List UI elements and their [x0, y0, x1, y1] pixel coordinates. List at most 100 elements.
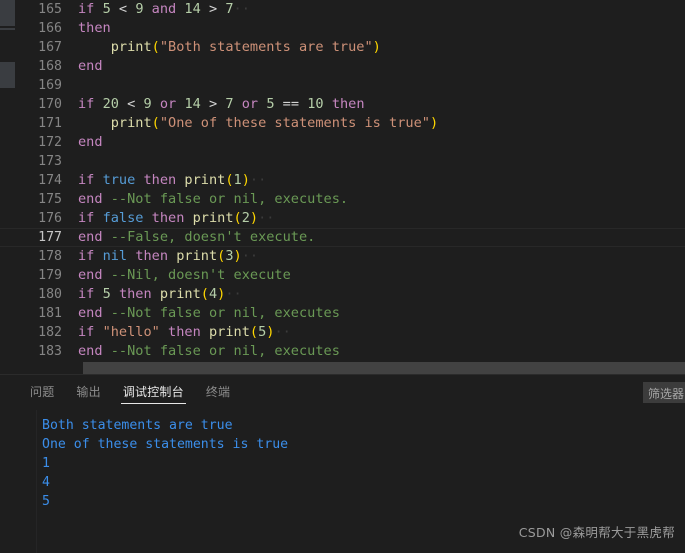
- filter-input[interactable]: [644, 384, 685, 402]
- line-number: 172: [38, 135, 62, 150]
- code-token: 2: [241, 210, 250, 226]
- code-line[interactable]: 166 then: [0, 19, 685, 38]
- code-line[interactable]: 181 end --Not false or nil, executes: [0, 304, 685, 323]
- code-token: ··: [274, 324, 291, 340]
- code-token: ==: [274, 96, 308, 112]
- code-token: 5: [102, 1, 111, 17]
- code-token: end: [78, 229, 103, 245]
- code-line[interactable]: 172 end: [0, 133, 685, 152]
- code-line-text: then: [78, 19, 111, 38]
- panel-tab-terminal[interactable]: 终端: [204, 375, 232, 410]
- code-token: (: [151, 115, 160, 131]
- code-token: then: [143, 172, 185, 188]
- code-token: (: [151, 39, 160, 55]
- code-token: <: [110, 1, 136, 17]
- line-number: 173: [38, 154, 62, 169]
- console-output-line: 4: [42, 475, 50, 490]
- code-token: 20: [102, 96, 119, 112]
- code-token: print: [110, 39, 152, 55]
- code-token: (: [225, 172, 234, 188]
- code-token: "hello": [102, 324, 160, 340]
- code-line-text: if 5 then print(4)··: [78, 285, 242, 304]
- code-token: >: [200, 1, 226, 17]
- code-line[interactable]: 170 if 20 < 9 or 14 > 7 or 5 == 10 then: [0, 95, 685, 114]
- code-line[interactable]: 179 end --Nil, doesn't execute: [0, 266, 685, 285]
- code-token: 1: [233, 172, 242, 188]
- code-token: then: [78, 20, 111, 36]
- code-line[interactable]: 174 if true then print(1)··: [0, 171, 685, 190]
- code-editor[interactable]: 165 if 5 < 9 and 14 > 7·· 166 then 167 print…: [0, 0, 685, 362]
- code-line-text: end --Not false or nil, executes: [78, 342, 340, 361]
- panel-tab-output[interactable]: 输出: [74, 375, 102, 410]
- console-output-line: 1: [42, 456, 50, 471]
- editor-horizontal-scrollbar-thumb[interactable]: [83, 362, 685, 374]
- code-line[interactable]: 175 end --Not false or nil, executes.: [0, 190, 685, 209]
- code-token: ): [372, 39, 381, 55]
- code-token: ··: [225, 286, 242, 302]
- code-line[interactable]: 171 print("One of these statements is tr…: [0, 114, 685, 133]
- code-token: false: [102, 210, 144, 226]
- code-token: nil: [102, 248, 128, 264]
- code-line-text: end --Not false or nil, executes.: [78, 190, 348, 209]
- code-token: end: [78, 267, 103, 283]
- code-token: or: [151, 96, 185, 112]
- code-line[interactable]: 177 end --False, doesn't execute.: [0, 228, 685, 247]
- code-line[interactable]: 165 if 5 < 9 and 14 > 7··: [0, 0, 685, 19]
- panel-tab-list: 问题 输出 调试控制台 终端: [28, 375, 232, 410]
- code-line-text: print("One of these statements is true"): [78, 114, 438, 133]
- filter-box[interactable]: [643, 382, 685, 403]
- panel-header: 问题 输出 调试控制台 终端: [0, 375, 685, 410]
- code-line[interactable]: 182 if "hello" then print(5)··: [0, 323, 685, 342]
- code-token: if: [78, 210, 103, 226]
- code-token: ··: [241, 248, 259, 264]
- code-token: end: [78, 58, 103, 74]
- code-token: 5: [102, 286, 111, 302]
- code-token: 14: [184, 96, 201, 112]
- code-line[interactable]: 183 end --Not false or nil, executes: [0, 342, 685, 361]
- code-line[interactable]: 176 if false then print(2)··: [0, 209, 685, 228]
- code-line-text: end: [78, 57, 103, 76]
- code-token: ): [429, 115, 439, 131]
- debug-console-output[interactable]: Both statements are true One of these sta…: [0, 410, 685, 553]
- console-output-line: Both statements are true: [42, 418, 233, 433]
- code-token: or: [233, 96, 267, 112]
- code-token: then: [331, 96, 365, 112]
- code-token: 14: [184, 1, 201, 17]
- code-token: if: [78, 1, 103, 17]
- code-line[interactable]: 167 print("Both statements are true"): [0, 38, 685, 57]
- line-number: 165: [38, 2, 62, 17]
- code-line-text: end --Nil, doesn't execute: [78, 266, 291, 285]
- code-token: then: [118, 286, 160, 302]
- line-number: 170: [38, 97, 62, 112]
- panel-tab-problems[interactable]: 问题: [28, 375, 56, 410]
- code-line[interactable]: 168 end: [0, 57, 685, 76]
- panel-tab-debug-console[interactable]: 调试控制台: [120, 375, 186, 410]
- code-token: then: [168, 324, 209, 340]
- code-line[interactable]: 169: [0, 76, 685, 95]
- code-token: ··: [258, 210, 275, 226]
- code-line-text: print("Both statements are true"): [78, 38, 381, 57]
- code-token: ··: [249, 172, 267, 188]
- code-line-text: if "hello" then print(5)··: [78, 323, 291, 342]
- code-line[interactable]: 173: [0, 152, 685, 171]
- code-line[interactable]: 180 if 5 then print(4)··: [0, 285, 685, 304]
- code-token: --False, doesn't execute.: [110, 229, 316, 245]
- code-token: 7: [225, 1, 234, 17]
- code-token: end: [78, 191, 103, 207]
- code-line[interactable]: 178 if nil then print(3)··: [0, 247, 685, 266]
- line-number: 181: [38, 306, 62, 321]
- line-number: 178: [38, 249, 62, 264]
- code-token: 5: [266, 96, 275, 112]
- code-token: ··: [233, 1, 250, 17]
- code-token: print: [110, 115, 152, 131]
- code-token: and: [143, 1, 185, 17]
- line-number: 169: [38, 78, 62, 93]
- editor-horizontal-scrollbar[interactable]: [15, 362, 685, 374]
- code-token: 9: [143, 96, 152, 112]
